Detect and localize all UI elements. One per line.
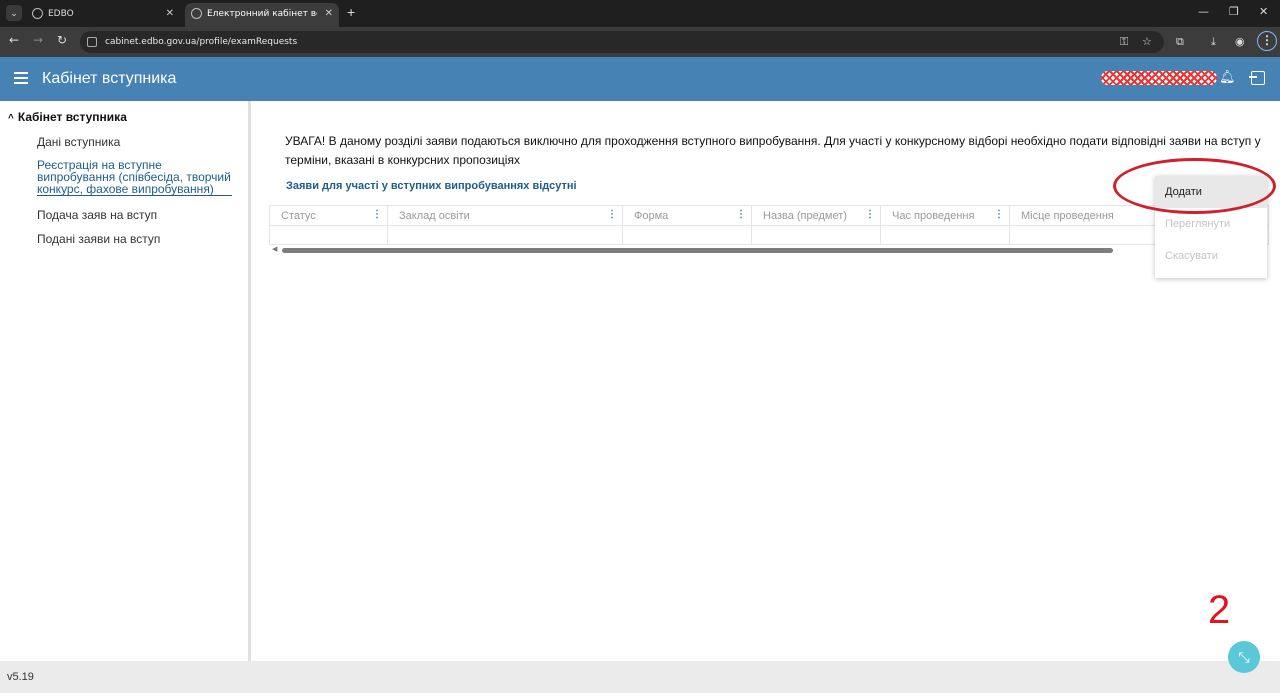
site-info-icon[interactable] — [87, 37, 97, 47]
close-tab-icon[interactable]: ✕ — [166, 3, 174, 25]
sidebar-section-header[interactable]: ^ Кабінет вступника — [8, 110, 127, 124]
collapse-icon: ⤡ — [1238, 649, 1250, 665]
browser-toolbar: ← → ↻ cabinet.edbo.gov.ua/profile/examRe… — [0, 27, 1280, 57]
column-menu-icon[interactable]: ⋮ — [372, 209, 382, 220]
column-header-label: Час проведення — [892, 210, 975, 222]
logout-icon[interactable] — [1249, 71, 1265, 85]
forward-arrow-icon[interactable]: → — [33, 33, 43, 47]
column-header-label: Статус — [281, 210, 316, 222]
scrollbar-thumb[interactable] — [282, 248, 1113, 253]
footer: v5.19 — [0, 661, 1280, 693]
browser-menu-icon[interactable]: ⋮ — [1257, 31, 1277, 51]
column-institution: Заклад освіти ⋮ — [388, 206, 623, 244]
profile-icon[interactable]: ◉ — [1235, 35, 1245, 48]
sidebar-item-submit-applications[interactable]: Подача заяв на вступ — [37, 208, 157, 222]
column-header-label: Заклад освіти — [399, 210, 470, 222]
extensions-icon[interactable]: ⧉ — [1176, 35, 1184, 49]
close-tab-icon[interactable]: ✕ — [325, 3, 333, 25]
password-key-icon[interactable]: ⚿ — [1120, 35, 1128, 49]
bell-icon[interactable]: 🔔︎ — [1219, 69, 1236, 85]
address-bar[interactable]: cabinet.edbo.gov.ua/profile/examRequests… — [80, 31, 1164, 53]
annotation-highlight-ring — [1113, 158, 1276, 214]
app-header: Кабінет вступника 🔔︎ — [0, 57, 1280, 101]
column-status: Статус ⋮ — [270, 206, 388, 244]
hamburger-menu-icon[interactable] — [14, 72, 28, 84]
browser-tab-edbo[interactable]: EDBO ✕ — [26, 3, 180, 27]
version-label: v5.19 — [7, 671, 34, 683]
column-menu-icon[interactable]: ⋮ — [994, 209, 1004, 220]
bookmark-star-icon[interactable]: ☆ — [1142, 35, 1152, 48]
app-title: Кабінет вступника — [42, 70, 177, 87]
tab-title: EDBO — [48, 9, 74, 19]
tab-search-button[interactable]: ⌄ — [6, 5, 22, 21]
column-header-label: Форма — [634, 210, 669, 222]
column-menu-icon[interactable]: ⋮ — [865, 209, 875, 220]
download-icon[interactable]: ⤓ — [1211, 35, 1216, 49]
column-menu-icon[interactable]: ⋮ — [736, 209, 746, 220]
column-subject: Назва (предмет) ⋮ — [752, 206, 881, 244]
restore-window-icon[interactable]: ❐ — [1229, 5, 1239, 18]
new-tab-button[interactable]: + — [347, 4, 355, 20]
scroll-left-icon[interactable]: ◀ — [272, 245, 277, 253]
globe-icon — [32, 8, 43, 19]
column-time: Час проведення ⋮ — [881, 206, 1010, 244]
cancel-button[interactable]: Скасувати — [1155, 240, 1267, 272]
sidebar-item-exam-registration[interactable]: Реєстрація на вступне випробування (спів… — [37, 159, 232, 196]
globe-icon — [191, 8, 202, 19]
empty-list-message: Заяви для участі у вступних випробування… — [286, 180, 577, 192]
fullscreen-toggle-button[interactable]: ⤡ — [1228, 641, 1260, 673]
warning-notice: УВАГА! В даному розділі заяви подаються … — [285, 134, 1261, 167]
minimize-window-icon[interactable]: — — [1198, 5, 1209, 18]
horizontal-scrollbar[interactable]: ◀ — [269, 246, 1269, 255]
column-form: Форма ⋮ — [623, 206, 752, 244]
browser-tab-cabinet[interactable]: Електронний кабінет вступника ✕ — [185, 3, 339, 27]
tab-title: Електронний кабінет вступника — [207, 9, 317, 19]
reload-icon[interactable]: ↻ — [57, 33, 67, 47]
column-menu-icon[interactable]: ⋮ — [607, 209, 617, 220]
exam-requests-table: Статус ⋮ Заклад освіти ⋮ Форма ⋮ Назва (… — [269, 205, 1269, 245]
redacted-username — [1101, 71, 1217, 85]
sidebar-header-label: Кабінет вступника — [17, 110, 127, 124]
column-header-label: Назва (предмет) — [763, 210, 847, 222]
sidebar-item-applicant-data[interactable]: Дані вступника — [37, 135, 120, 149]
column-header-label: Місце проведення — [1021, 210, 1114, 222]
chevron-up-icon: ^ — [8, 113, 14, 124]
sidebar-item-submitted-applications[interactable]: Подані заяви на вступ — [37, 232, 160, 246]
back-arrow-icon[interactable]: ← — [9, 33, 19, 47]
url-text: cabinet.edbo.gov.ua/profile/examRequests — [105, 37, 298, 47]
sidebar: ^ Кабінет вступника Дані вступника Реєстр… — [0, 101, 251, 661]
annotation-step-number: 2 — [1208, 588, 1231, 632]
close-window-icon[interactable]: ✕ — [1259, 5, 1268, 18]
browser-tab-strip: ⌄ EDBO ✕ Електронний кабінет вступника ✕… — [0, 0, 1280, 27]
